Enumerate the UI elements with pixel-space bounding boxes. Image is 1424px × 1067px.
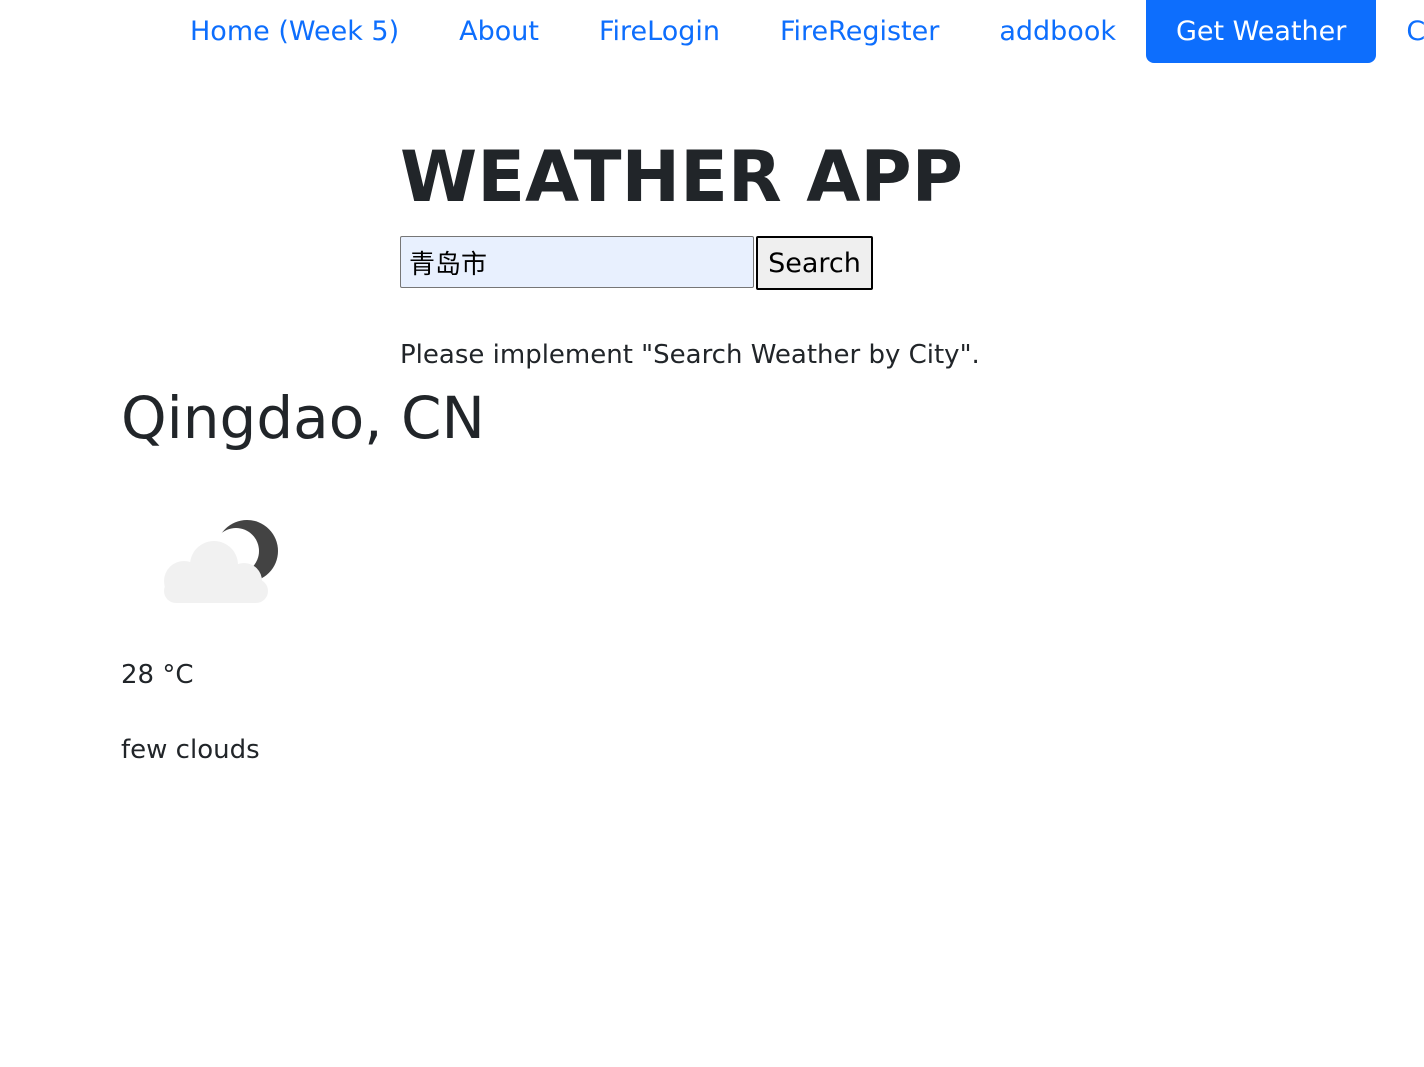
page-title: WEATHER APP	[400, 136, 963, 218]
city-name: Qingdao, CN	[121, 384, 485, 452]
nav-link-firelogin[interactable]: FireLogin	[569, 0, 750, 63]
implementation-notice: Please implement "Search Weather by City…	[400, 340, 980, 370]
nav-link-about[interactable]: About	[429, 0, 569, 63]
search-button[interactable]: Search	[756, 236, 873, 290]
nav-link-get-weather[interactable]: Get Weather	[1145, 0, 1377, 63]
city-search-input[interactable]	[400, 236, 754, 288]
weather-description: few clouds	[121, 735, 260, 765]
nav-links: Home (Week 5) About FireLogin FireRegist…	[160, 0, 1424, 63]
nav-link-truncated[interactable]: Co	[1376, 0, 1424, 63]
nav-link-fireregister[interactable]: FireRegister	[750, 0, 969, 63]
nav-link-addbook[interactable]: addbook	[969, 0, 1146, 63]
nav-link-home[interactable]: Home (Week 5)	[160, 0, 429, 63]
temperature: 28 °C	[121, 660, 194, 690]
few-clouds-night-icon	[164, 520, 278, 603]
search-form: Search	[400, 236, 873, 290]
top-navbar: Home (Week 5) About FireLogin FireRegist…	[0, 0, 1424, 70]
